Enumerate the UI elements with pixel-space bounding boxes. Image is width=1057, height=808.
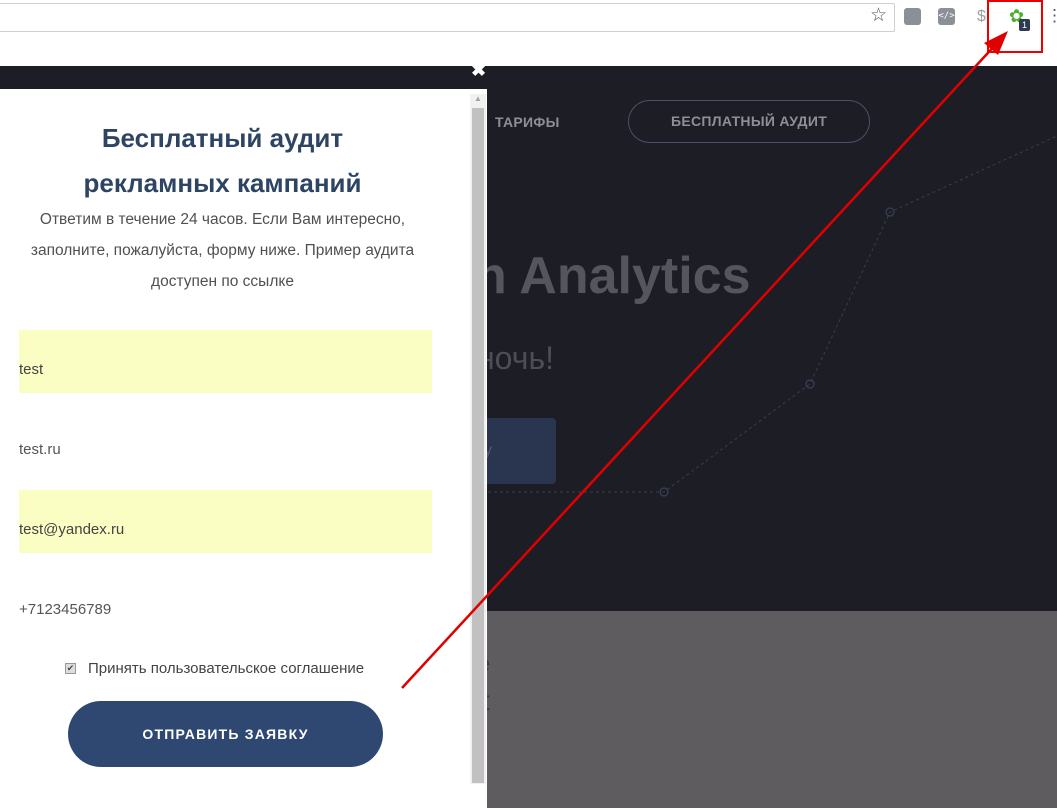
scroll-up-arrow-icon[interactable]: ▲ [474, 94, 482, 104]
code-icon[interactable]: </> [938, 8, 955, 25]
phone-field[interactable] [19, 570, 432, 633]
website-field[interactable] [19, 410, 432, 473]
modal-title-line2: рекламных кампаний [83, 168, 362, 198]
hero-subtitle: ночь! [477, 340, 554, 376]
star-icon[interactable]: ☆ [870, 5, 887, 27]
audit-request-modal: Бесплатный аудит рекламных кампаний Отве… [0, 89, 487, 808]
browser-toolbar: ☆ </> $ ✿ 1 ⋮ [0, 0, 1057, 66]
annotation-highlight-box [987, 0, 1043, 53]
modal-title-line1: Бесплатный аудит [101, 123, 344, 153]
hero-title: h Analytics [475, 247, 751, 305]
submit-button[interactable]: ОТПРАВИТЬ ЗАЯВКУ [68, 701, 383, 767]
kebab-menu-icon[interactable]: ⋮ [1046, 5, 1057, 27]
agreement-label[interactable]: Принять пользовательское соглашение [88, 660, 364, 677]
name-field[interactable] [19, 330, 432, 393]
agreement-checkbox[interactable]: ✔ [65, 663, 76, 674]
address-bar[interactable] [0, 3, 895, 32]
modal-description: Ответим в течение 24 часов. Если Вам инт… [30, 211, 415, 290]
extension-icon[interactable] [904, 8, 921, 25]
nav-link-tariffs[interactable]: ТАРИФЫ [495, 114, 560, 130]
email-field[interactable] [19, 490, 432, 553]
scrollbar-thumb[interactable] [472, 108, 484, 783]
nav-audit-button[interactable]: БЕСПЛАТНЫЙ АУДИТ [628, 100, 870, 143]
close-icon[interactable]: ✖ [471, 60, 486, 80]
